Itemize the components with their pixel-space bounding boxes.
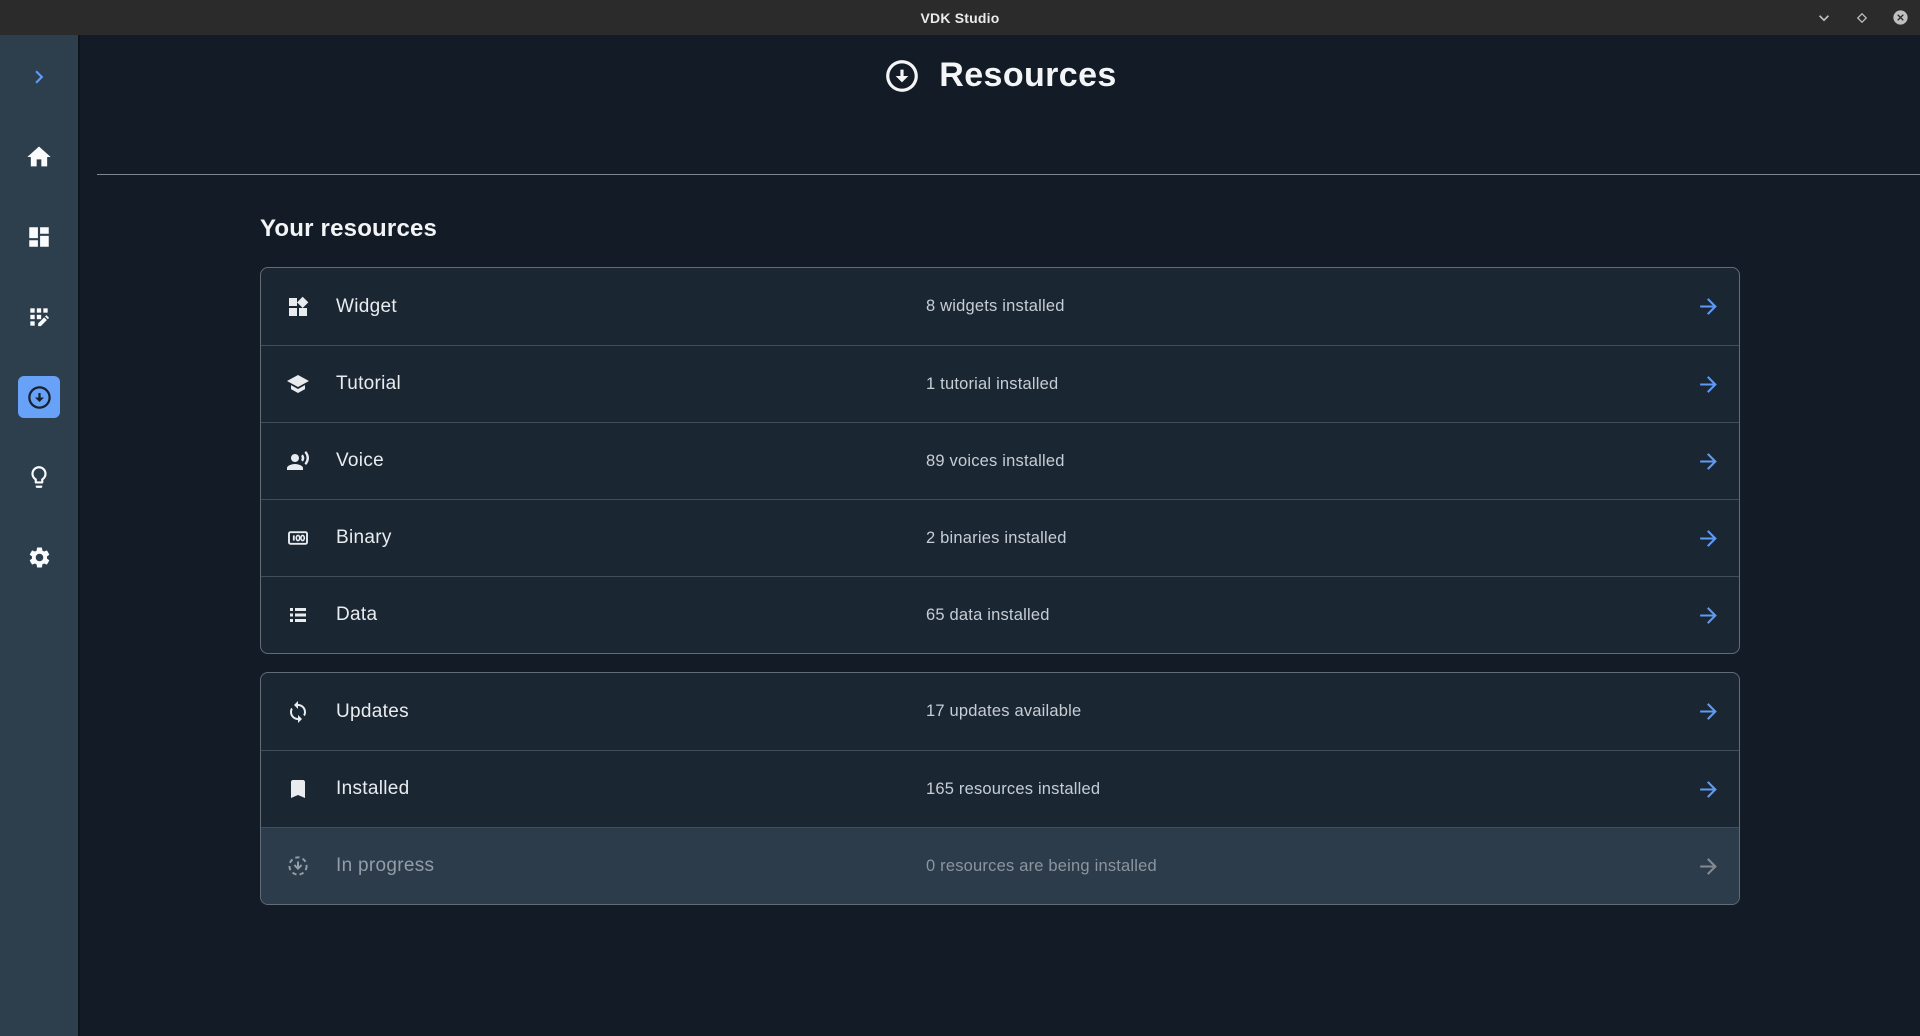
main-content: Resources Your resources Widget 8 widget… (80, 35, 1920, 1036)
window-titlebar: VDK Studio (0, 0, 1920, 35)
gear-icon (27, 545, 52, 570)
resource-row-label: In progress (336, 855, 926, 877)
arrow-right-icon[interactable] (1696, 777, 1721, 802)
chevron-down-icon[interactable] (1812, 6, 1836, 30)
close-icon[interactable] (1888, 6, 1912, 30)
data-list-icon (286, 603, 336, 627)
sync-icon (286, 700, 336, 724)
sidebar-item-home[interactable] (0, 117, 78, 197)
resource-row-tutorial[interactable]: Tutorial 1 tutorial installed (261, 345, 1739, 422)
resource-row-label: Binary (336, 527, 926, 549)
sidebar-item-resources[interactable] (0, 357, 78, 437)
sidebar-item-settings[interactable] (0, 517, 78, 597)
resource-row-label: Installed (336, 778, 926, 800)
arrow-right-icon[interactable] (1696, 603, 1721, 628)
resource-row-data[interactable]: Data 65 data installed (261, 576, 1739, 653)
lightbulb-icon (26, 464, 52, 490)
resource-row-widget[interactable]: Widget 8 widgets installed (261, 268, 1739, 345)
home-icon (25, 143, 53, 171)
arrow-circle-down-icon (26, 384, 53, 411)
resource-row-value: 89 voices installed (926, 452, 1696, 471)
resource-row-value: 8 widgets installed (926, 297, 1696, 316)
resource-row-label: Updates (336, 701, 926, 723)
section-heading: Your resources (260, 215, 1920, 243)
school-icon (286, 372, 336, 396)
resource-row-in-progress[interactable]: In progress 0 resources are being instal… (261, 827, 1739, 904)
resource-row-value: 65 data installed (926, 606, 1696, 625)
widgets-icon (286, 295, 336, 319)
downloading-icon (286, 854, 336, 878)
resource-row-value: 165 resources installed (926, 780, 1696, 799)
voice-icon (286, 449, 336, 473)
arrow-right-icon[interactable] (1696, 526, 1721, 551)
arrow-right-icon[interactable] (1696, 699, 1721, 724)
resource-row-value: 0 resources are being installed (926, 857, 1696, 876)
chevron-right-icon (26, 64, 52, 90)
window-title: VDK Studio (921, 10, 1000, 26)
resource-row-updates[interactable]: Updates 17 updates available (261, 673, 1739, 750)
sidebar-nav (0, 35, 80, 1036)
page-header: Resources (80, 35, 1920, 95)
resource-row-label: Tutorial (336, 373, 926, 395)
arrow-circle-down-icon (883, 57, 921, 95)
sidebar-item-editor[interactable] (0, 277, 78, 357)
app-shell: Resources Your resources Widget 8 widget… (0, 35, 1920, 1036)
resource-row-voice[interactable]: Voice 89 voices installed (261, 422, 1739, 499)
page-title: Resources (939, 56, 1116, 95)
sidebar-item-dashboard[interactable] (0, 197, 78, 277)
resource-types-card: Widget 8 widgets installed Tutorial 1 tu… (260, 267, 1740, 654)
binary-icon (286, 526, 336, 550)
resource-row-binary[interactable]: Binary 2 binaries installed (261, 499, 1739, 576)
arrow-right-icon[interactable] (1696, 372, 1721, 397)
active-indicator (18, 376, 60, 418)
resource-row-label: Widget (336, 296, 926, 318)
sidebar-item-expand[interactable] (0, 37, 78, 117)
app-registration-icon (26, 304, 52, 330)
dashboard-icon (26, 224, 52, 250)
arrow-right-icon[interactable] (1696, 449, 1721, 474)
resource-row-value: 17 updates available (926, 702, 1696, 721)
arrow-right-icon[interactable] (1696, 294, 1721, 319)
resource-status-card: Updates 17 updates available Installed 1… (260, 672, 1740, 905)
resource-row-installed[interactable]: Installed 165 resources installed (261, 750, 1739, 827)
resource-row-value: 1 tutorial installed (926, 375, 1696, 394)
window-controls (1812, 0, 1912, 35)
bookmark-icon (286, 777, 336, 801)
resource-row-label: Voice (336, 450, 926, 472)
arrow-right-icon[interactable] (1696, 854, 1721, 879)
resource-row-value: 2 binaries installed (926, 529, 1696, 548)
resource-cards: Widget 8 widgets installed Tutorial 1 tu… (260, 267, 1740, 905)
diamond-icon[interactable] (1850, 6, 1874, 30)
resource-row-label: Data (336, 604, 926, 626)
sidebar-item-tips[interactable] (0, 437, 78, 517)
header-divider (97, 174, 1920, 175)
